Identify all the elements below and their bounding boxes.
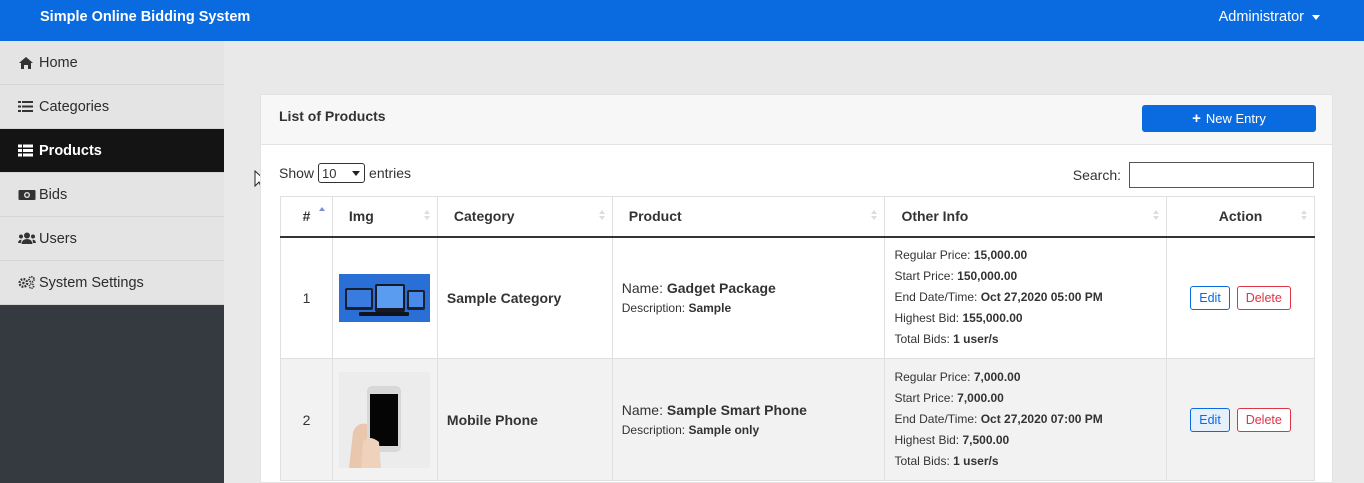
start-price: 7,000.00 (957, 391, 1004, 405)
edit-button[interactable]: Edit (1190, 285, 1230, 310)
highest-bid: 7,500.00 (962, 433, 1010, 447)
sort-icon (1301, 210, 1307, 220)
column-header-action[interactable]: Action (1166, 196, 1315, 238)
entries-length-control: Show 10 entries (279, 163, 411, 183)
regular-price: 7,000.00 (973, 370, 1021, 384)
sidebar-item-products[interactable]: Products (0, 129, 224, 173)
sort-icon (423, 210, 430, 220)
home-icon (18, 56, 36, 70)
entries-select[interactable]: 10 (318, 163, 366, 183)
product-cell: Name: Gadget Package Description: Sample (611, 236, 886, 359)
plus-icon: + (1192, 110, 1201, 127)
highest-bid: 155,000.00 (962, 311, 1023, 326)
sidebar-item-label: Products (39, 142, 102, 159)
row-number: 1 (280, 236, 333, 359)
entries-select-value: 10 (322, 165, 337, 181)
chevron-down-icon (352, 170, 361, 176)
sidebar: Home Categories Products Bids Users Syst… (0, 41, 224, 483)
money-bill-icon (18, 188, 36, 202)
row-number: 2 (280, 358, 333, 481)
other-info-cell: Regular Price: 15,000.00 Start Price: 15… (884, 236, 1168, 359)
sidebar-item-label: Categories (39, 98, 110, 115)
cogs-icon (18, 275, 36, 290)
start-price: 150,000.00 (957, 269, 1018, 284)
list-icon (18, 100, 36, 114)
entries-label: entries (369, 165, 412, 181)
description-label: Description: (621, 301, 686, 316)
card-header: List of Products + New Entry (261, 95, 1332, 145)
new-entry-button[interactable]: + New Entry (1142, 105, 1316, 132)
caret-down-icon (1312, 14, 1320, 20)
app-title: Simple Online Bidding System (40, 9, 251, 25)
products-table: # Img Category Product Other Info Action… (280, 196, 1315, 481)
category-cell: Mobile Phone (436, 358, 613, 481)
regular-price: 15,000.00 (973, 248, 1028, 263)
total-bids: 1 user/s (953, 454, 999, 468)
search-label: Search: (1072, 167, 1121, 183)
sort-asc-icon (318, 207, 325, 211)
product-name: Sample Smart Phone (666, 402, 807, 418)
sidebar-item-label: Bids (39, 186, 68, 203)
column-header-product[interactable]: Product (611, 196, 886, 238)
show-label: Show (279, 165, 315, 181)
sort-icon (1153, 210, 1160, 220)
product-description: Sample (688, 301, 732, 316)
sidebar-item-system-settings[interactable]: System Settings (0, 261, 224, 305)
search-control: Search: (1073, 162, 1314, 188)
card-title: List of Products (279, 108, 386, 124)
sidebar-item-users[interactable]: Users (0, 217, 224, 261)
product-cell: Name: Sample Smart Phone Description: Sa… (611, 358, 886, 481)
user-name: Administrator (1218, 9, 1304, 25)
new-entry-label: New Entry (1205, 111, 1266, 126)
action-cell: Edit Delete (1166, 358, 1315, 481)
other-info-cell: Regular Price: 7,000.00 Start Price: 7,0… (884, 358, 1168, 481)
product-image (338, 273, 430, 322)
edit-button[interactable]: Edit (1190, 407, 1230, 432)
th-list-icon (18, 144, 36, 158)
column-header-category[interactable]: Category (436, 196, 613, 238)
column-header-number[interactable]: # (280, 196, 333, 238)
sort-icon (871, 210, 878, 220)
sidebar-item-categories[interactable]: Categories (0, 85, 224, 129)
name-label: Name: (621, 402, 663, 418)
delete-button[interactable]: Delete (1236, 407, 1291, 432)
action-cell: Edit Delete (1166, 236, 1315, 359)
end-datetime: Oct 27,2020 07:00 PM (980, 412, 1103, 426)
name-label: Name: (621, 280, 663, 297)
products-card: List of Products + New Entry Show 10 ent… (260, 94, 1333, 483)
sidebar-item-label: Users (39, 230, 77, 247)
product-name: Gadget Package (666, 280, 776, 297)
table-row: 1 Sample Category Name: Gadget Package D… (280, 236, 1315, 359)
search-input[interactable] (1129, 162, 1314, 188)
sort-icon (598, 210, 605, 220)
user-menu-dropdown[interactable]: Administrator (1219, 9, 1320, 25)
category-cell: Sample Category (436, 236, 613, 359)
table-header-row: # Img Category Product Other Info Action (280, 196, 1315, 238)
total-bids: 1 user/s (953, 332, 999, 347)
top-navbar: Simple Online Bidding System Administrat… (0, 0, 1364, 41)
users-icon (18, 232, 36, 246)
sidebar-item-label: Home (39, 54, 78, 71)
end-datetime: Oct 27,2020 05:00 PM (980, 290, 1103, 305)
sidebar-item-bids[interactable]: Bids (0, 173, 224, 217)
sidebar-item-home[interactable]: Home (0, 41, 224, 85)
product-description: Sample only (688, 423, 760, 437)
product-image (338, 371, 430, 468)
column-header-img[interactable]: Img (331, 196, 438, 238)
table-row: 2 Mobile Phone Name: Sample Smart Phone … (280, 358, 1315, 481)
delete-button[interactable]: Delete (1236, 285, 1291, 310)
column-header-other-info[interactable]: Other Info (884, 196, 1168, 238)
sidebar-item-label: System Settings (39, 274, 144, 291)
description-label: Description: (621, 423, 686, 437)
